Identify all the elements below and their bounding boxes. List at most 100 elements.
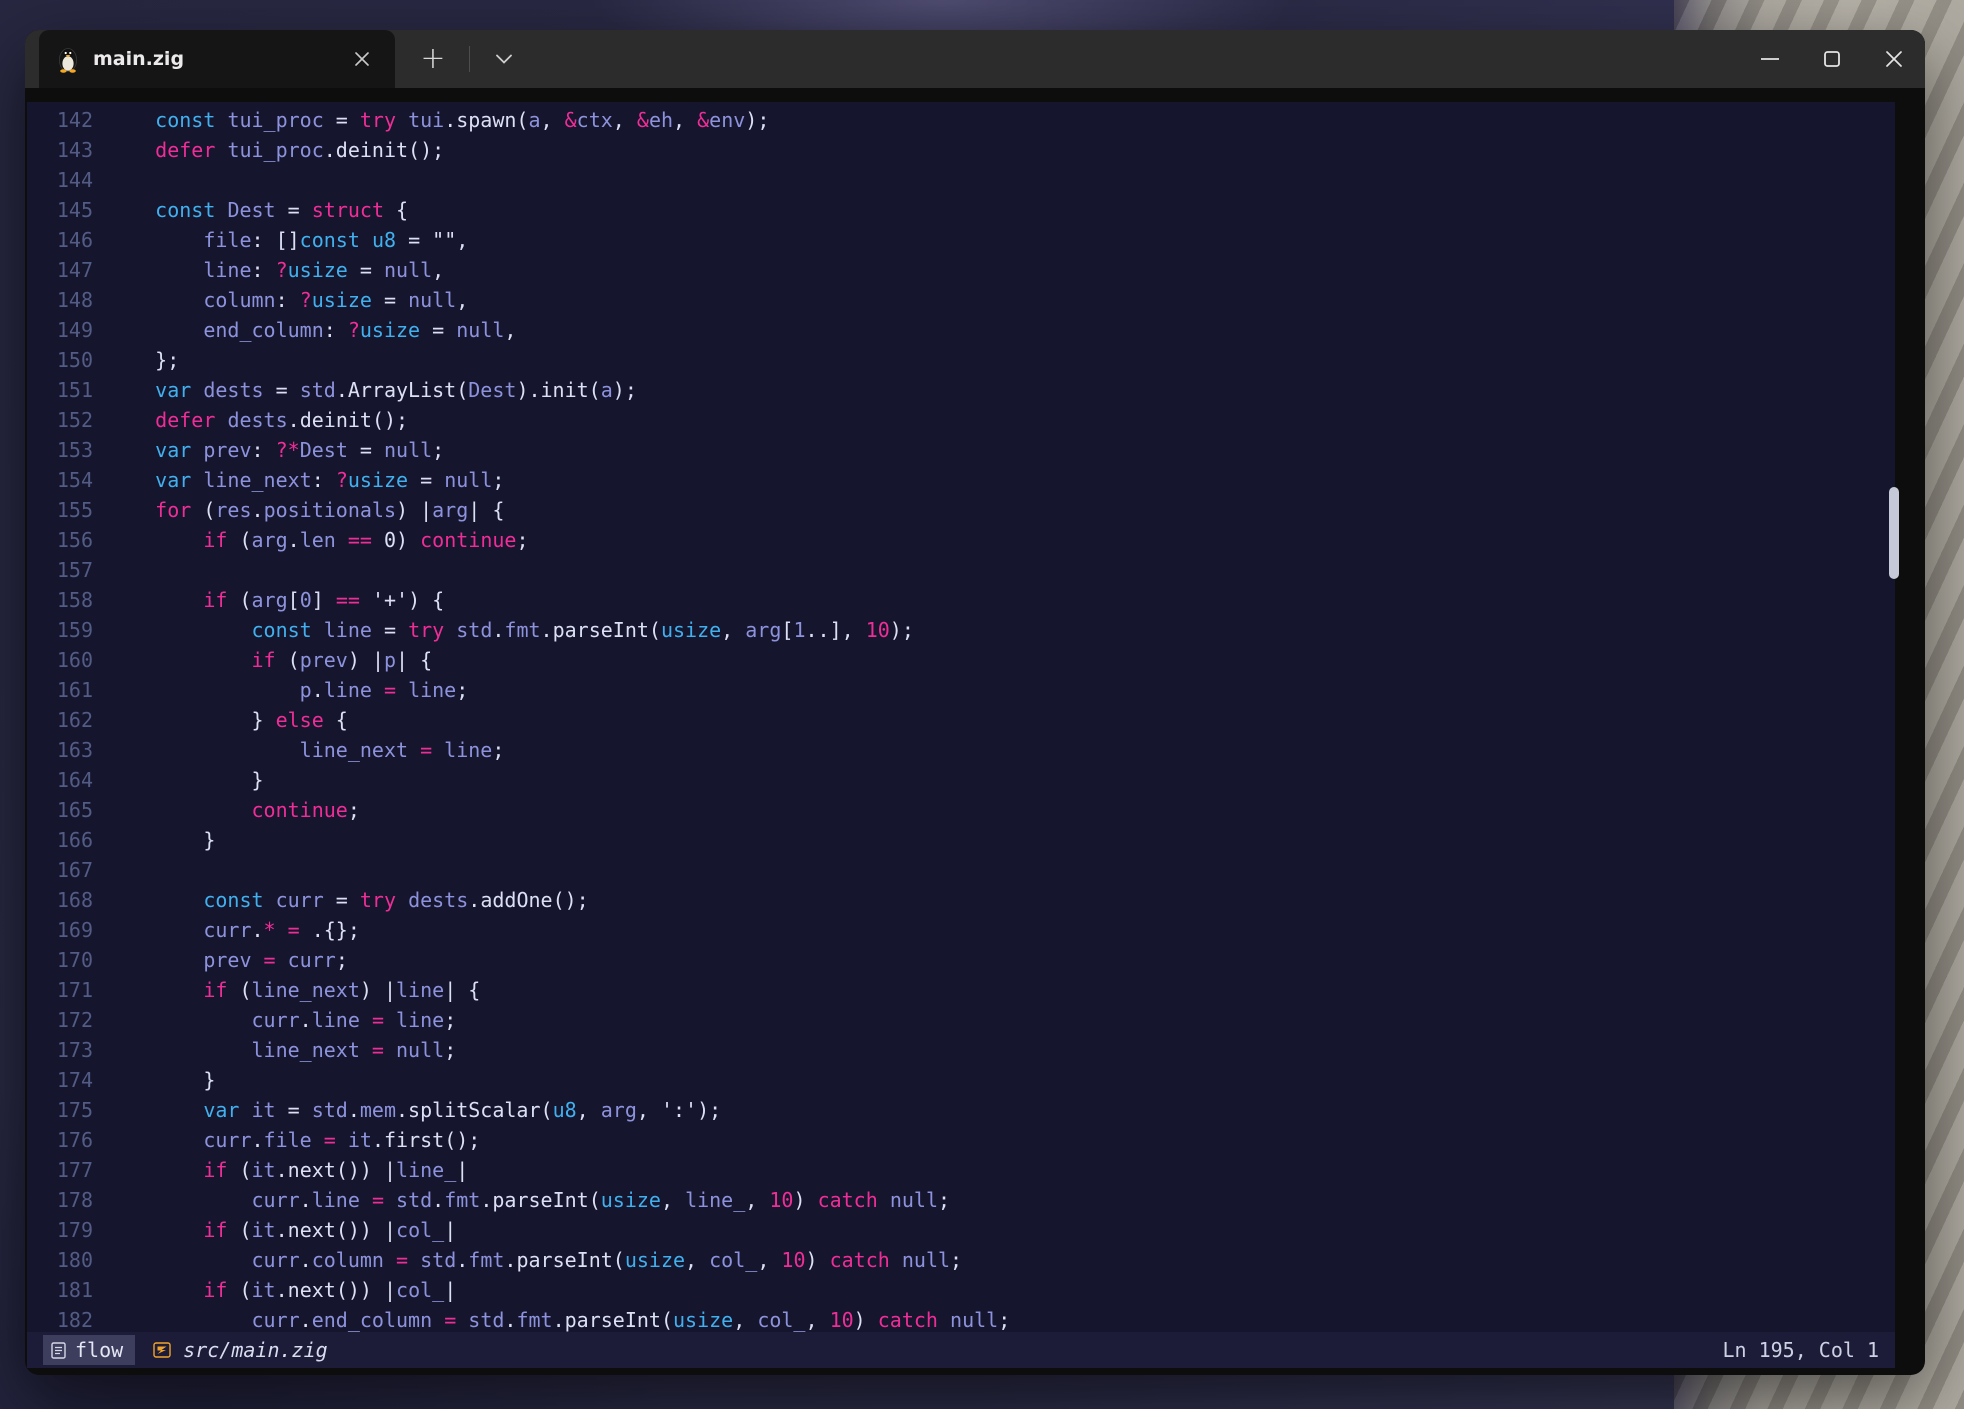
line-number: 165 <box>27 795 93 825</box>
tab-list-chevron-button[interactable] <box>484 39 524 79</box>
code-line[interactable]: 171 if (line_next) |line| { <box>27 975 1895 1005</box>
titlebar[interactable]: main.zig + <box>25 30 1925 88</box>
line-number: 155 <box>27 495 93 525</box>
line-number: 160 <box>27 645 93 675</box>
code-line[interactable]: 166 } <box>27 825 1895 855</box>
mode-badge[interactable]: flow <box>43 1335 135 1365</box>
code-text: end_column: ?usize = null, <box>93 315 516 345</box>
code-line[interactable]: 159 const line = try std.fmt.parseInt(us… <box>27 615 1895 645</box>
code-line[interactable]: 170 prev = curr; <box>27 945 1895 975</box>
line-number: 143 <box>27 135 93 165</box>
file-indicator[interactable]: src/main.zig <box>153 1338 328 1362</box>
code-line[interactable]: 167 <box>27 855 1895 885</box>
line-number: 156 <box>27 525 93 555</box>
journal-lines-icon <box>51 1342 66 1359</box>
tab-close-button[interactable] <box>347 44 377 74</box>
code-text: file: []const u8 = "", <box>93 225 468 255</box>
code-text: } <box>93 765 264 795</box>
code-text: if (line_next) |line| { <box>93 975 480 1005</box>
titlebar-divider <box>469 46 470 72</box>
code-line[interactable]: 148 column: ?usize = null, <box>27 285 1895 315</box>
code-text: const line = try std.fmt.parseInt(usize,… <box>93 615 914 645</box>
line-number: 167 <box>27 855 93 885</box>
code-line[interactable]: 144 <box>27 165 1895 195</box>
code-line[interactable]: 169 curr.* = .{}; <box>27 915 1895 945</box>
tab-main-zig[interactable]: main.zig <box>39 30 395 88</box>
code-line[interactable]: 174 } <box>27 1065 1895 1095</box>
file-path: src/main.zig <box>183 1338 328 1362</box>
code-text: curr.file = it.first(); <box>93 1125 480 1155</box>
code-text: var it = std.mem.splitScalar(u8, arg, ':… <box>93 1095 721 1125</box>
code-line[interactable]: 154 var line_next: ?usize = null; <box>27 465 1895 495</box>
code-line[interactable]: 155 for (res.positionals) |arg| { <box>27 495 1895 525</box>
code-line[interactable]: 149 end_column: ?usize = null, <box>27 315 1895 345</box>
code-text: defer tui_proc.deinit(); <box>93 135 444 165</box>
code-text <box>93 855 107 885</box>
line-number: 142 <box>27 105 93 135</box>
code-line[interactable]: 179 if (it.next()) |col_| <box>27 1215 1895 1245</box>
code-line[interactable]: 182 curr.end_column = std.fmt.parseInt(u… <box>27 1305 1895 1332</box>
code-line[interactable]: 161 p.line = line; <box>27 675 1895 705</box>
code-text: prev = curr; <box>93 945 348 975</box>
code-line[interactable]: 165 continue; <box>27 795 1895 825</box>
line-number: 146 <box>27 225 93 255</box>
code-text: if (it.next()) |line_| <box>93 1155 468 1185</box>
line-number: 147 <box>27 255 93 285</box>
new-tab-button[interactable]: + <box>411 39 455 79</box>
code-line[interactable]: 146 file: []const u8 = "", <box>27 225 1895 255</box>
close-window-button[interactable] <box>1863 30 1925 88</box>
code-line[interactable]: 164 } <box>27 765 1895 795</box>
code-text: continue; <box>93 795 360 825</box>
code-line[interactable]: 158 if (arg[0] == '+') { <box>27 585 1895 615</box>
code-line[interactable]: 160 if (prev) |p| { <box>27 645 1895 675</box>
line-number: 159 <box>27 615 93 645</box>
code-line[interactable]: 181 if (it.next()) |col_| <box>27 1275 1895 1305</box>
code-line[interactable]: 142 const tui_proc = try tui.spawn(a, &c… <box>27 105 1895 135</box>
line-number: 162 <box>27 705 93 735</box>
code-text: var line_next: ?usize = null; <box>93 465 504 495</box>
line-number: 154 <box>27 465 93 495</box>
code-text: if (arg[0] == '+') { <box>93 585 444 615</box>
line-number: 148 <box>27 285 93 315</box>
editor-window: main.zig + 142 const tui_proc = try tui.… <box>25 30 1925 1375</box>
line-number: 163 <box>27 735 93 765</box>
code-line[interactable]: 152 defer dests.deinit(); <box>27 405 1895 435</box>
code-text: curr.line = line; <box>93 1005 456 1035</box>
code-line[interactable]: 176 curr.file = it.first(); <box>27 1125 1895 1155</box>
code-text <box>93 165 107 195</box>
code-text: line_next = line; <box>93 735 504 765</box>
code-line[interactable]: 153 var prev: ?*Dest = null; <box>27 435 1895 465</box>
line-number: 157 <box>27 555 93 585</box>
code-line[interactable]: 163 line_next = line; <box>27 735 1895 765</box>
code-line[interactable]: 147 line: ?usize = null, <box>27 255 1895 285</box>
line-number: 181 <box>27 1275 93 1305</box>
vertical-scrollbar-thumb[interactable] <box>1889 487 1899 579</box>
zig-lightning-icon <box>153 1341 171 1359</box>
code-text: for (res.positionals) |arg| { <box>93 495 504 525</box>
code-line[interactable]: 175 var it = std.mem.splitScalar(u8, arg… <box>27 1095 1895 1125</box>
maximize-button[interactable] <box>1801 30 1863 88</box>
code-line[interactable]: 162 } else { <box>27 705 1895 735</box>
code-text: var dests = std.ArrayList(Dest).init(a); <box>93 375 637 405</box>
line-number: 166 <box>27 825 93 855</box>
line-number: 171 <box>27 975 93 1005</box>
code-line[interactable]: 145 const Dest = struct { <box>27 195 1895 225</box>
code-line[interactable]: 168 const curr = try dests.addOne(); <box>27 885 1895 915</box>
code-line[interactable]: 173 line_next = null; <box>27 1035 1895 1065</box>
minimize-button[interactable] <box>1739 30 1801 88</box>
code-text: curr.end_column = std.fmt.parseInt(usize… <box>93 1305 1010 1332</box>
line-number: 169 <box>27 915 93 945</box>
code-area[interactable]: 142 const tui_proc = try tui.spawn(a, &c… <box>27 102 1895 1332</box>
code-line[interactable]: 156 if (arg.len == 0) continue; <box>27 525 1895 555</box>
code-line[interactable]: 178 curr.line = std.fmt.parseInt(usize, … <box>27 1185 1895 1215</box>
line-number: 178 <box>27 1185 93 1215</box>
code-line[interactable]: 143 defer tui_proc.deinit(); <box>27 135 1895 165</box>
code-line[interactable]: 150 }; <box>27 345 1895 375</box>
code-line[interactable]: 172 curr.line = line; <box>27 1005 1895 1035</box>
code-line[interactable]: 180 curr.column = std.fmt.parseInt(usize… <box>27 1245 1895 1275</box>
code-line[interactable]: 151 var dests = std.ArrayList(Dest).init… <box>27 375 1895 405</box>
code-text <box>93 555 107 585</box>
code-line[interactable]: 157 <box>27 555 1895 585</box>
code-line[interactable]: 177 if (it.next()) |line_| <box>27 1155 1895 1185</box>
line-number: 153 <box>27 435 93 465</box>
